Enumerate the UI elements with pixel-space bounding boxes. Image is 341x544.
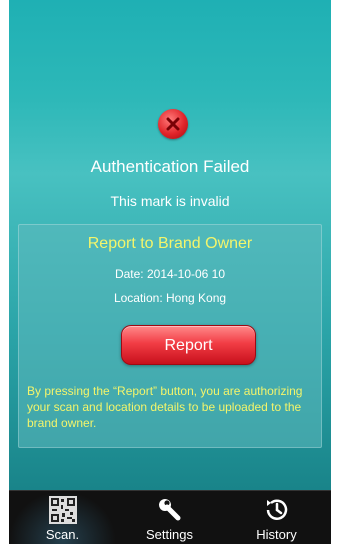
error-x-icon — [158, 109, 188, 139]
tab-history-label: History — [256, 527, 297, 542]
app-screen: Authentication Failed This mark is inval… — [9, 0, 331, 544]
tab-history[interactable]: History — [223, 491, 330, 544]
report-disclaimer: By pressing the “Report” button, you are… — [27, 384, 303, 430]
tab-settings[interactable]: Settings — [116, 491, 223, 544]
wrench-icon — [155, 495, 185, 530]
report-button[interactable]: Report — [121, 325, 256, 365]
history-clock-icon — [262, 495, 292, 530]
status-title: Authentication Failed — [90, 157, 250, 176]
scan-date: Date: 2014-10-06 10 — [114, 267, 226, 281]
report-card-title: Report to Brand Owner — [87, 235, 253, 252]
tab-settings-label: Settings — [146, 527, 193, 542]
report-card: Report to Brand Owner Date: 2014-10-06 1… — [18, 224, 322, 448]
tab-scan[interactable]: Scan. — [9, 491, 116, 544]
tab-scan-label: Scan. — [45, 527, 80, 542]
scan-location: Location: Hong Kong — [113, 291, 227, 305]
tab-bar: Scan. Settings History — [9, 490, 331, 544]
qr-code-icon — [48, 495, 78, 530]
status-subtitle: This mark is invalid — [110, 193, 230, 209]
